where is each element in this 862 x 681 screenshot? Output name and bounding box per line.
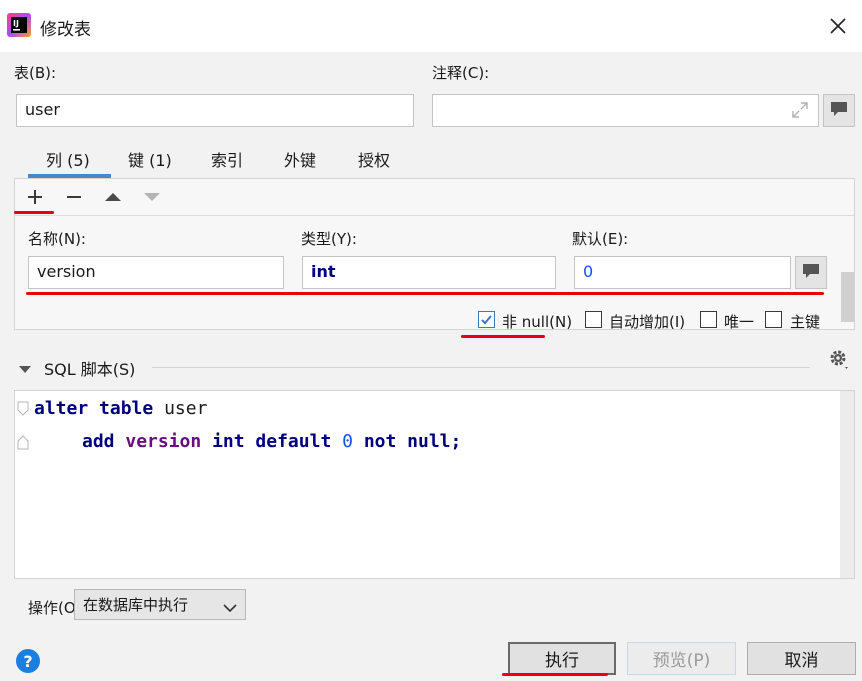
operation-select[interactable]: 在数据库中执行 [74, 589, 246, 620]
annotation-underline-execute [502, 673, 608, 676]
sql-line-1: alter table user [34, 398, 207, 419]
cancel-button[interactable]: 取消 [747, 642, 856, 675]
svg-text:IJ: IJ [13, 19, 19, 28]
annotation-underline-not-null [461, 335, 545, 338]
tab-indexes[interactable]: 索引 [211, 147, 243, 171]
sql-keyword: default [255, 431, 332, 452]
primary-key-label: 主键 [790, 313, 821, 331]
title-bar [0, 0, 862, 52]
sql-identifier: version [125, 431, 202, 452]
sql-script-label: SQL 脚本(S) [44, 360, 136, 379]
execute-button[interactable]: 执行 [508, 642, 616, 675]
comment-icon [801, 262, 821, 284]
column-comment-button[interactable] [795, 256, 827, 289]
comment-icon [829, 100, 849, 122]
unique-label: 唯一 [724, 313, 755, 331]
table-name-input[interactable]: user [16, 94, 414, 127]
comment-button[interactable] [823, 94, 855, 127]
unique-checkbox[interactable] [700, 311, 717, 328]
sql-keyword: int [212, 431, 245, 452]
sql-keyword: alter [34, 398, 89, 419]
comment-input[interactable] [432, 94, 819, 127]
expand-icon[interactable] [790, 100, 810, 120]
not-null-checkbox[interactable] [478, 311, 495, 328]
not-null-label: 非 null(N) [502, 313, 573, 331]
settings-gear-icon[interactable] [827, 347, 851, 375]
window-title: 修改表 [40, 20, 91, 40]
tab-grants[interactable]: 授权 [358, 147, 390, 171]
remove-icon[interactable] [61, 186, 87, 208]
sql-keyword: not [363, 431, 397, 452]
sql-keyword: add [82, 431, 115, 452]
toolbar-divider [15, 215, 854, 216]
column-type-input[interactable]: int [302, 256, 556, 289]
auto-increment-label: 自动增加(I) [609, 313, 686, 331]
sql-identifier: user [164, 398, 208, 419]
preview-button[interactable]: 预览(P) [627, 642, 736, 675]
table-label: 表(B): [14, 64, 57, 82]
sql-section-divider [152, 367, 810, 368]
column-type-label: 类型(Y): [301, 230, 357, 248]
sql-keyword: table [99, 398, 154, 419]
column-name-label: 名称(N): [28, 230, 86, 248]
help-icon[interactable]: ? [16, 649, 40, 673]
primary-key-checkbox[interactable] [765, 311, 782, 328]
chevron-down-icon [223, 599, 237, 617]
fold-marker-icon[interactable] [16, 434, 30, 454]
intellij-icon: IJ [7, 13, 31, 37]
auto-increment-checkbox[interactable] [585, 311, 602, 328]
column-panel-scrollbar[interactable] [841, 272, 854, 322]
move-up-icon[interactable] [100, 186, 126, 208]
close-icon[interactable] [826, 14, 850, 38]
sql-keyword: null; [407, 431, 462, 452]
sql-line-2: add version int default 0 not null; [82, 431, 461, 452]
tab-foreign-keys[interactable]: 外键 [284, 147, 316, 171]
add-icon[interactable] [22, 186, 48, 208]
column-default-input[interactable]: 0 [574, 256, 791, 289]
comment-label: 注释(C): [432, 64, 490, 82]
sql-number: 0 [342, 431, 353, 452]
sql-editor-scrollbar[interactable] [840, 391, 854, 578]
annotation-underline-add [14, 211, 54, 214]
tab-keys[interactable]: 键 (1) [128, 147, 172, 171]
move-down-icon[interactable] [139, 186, 165, 208]
column-name-input[interactable]: version [28, 256, 284, 289]
collapse-triangle-icon[interactable] [18, 361, 32, 379]
operation-selected-value: 在数据库中执行 [83, 596, 189, 614]
annotation-underline-fields [26, 292, 824, 295]
column-default-label: 默认(E): [572, 230, 629, 248]
tab-columns[interactable]: 列 (5) [46, 147, 90, 171]
fold-marker-icon[interactable] [16, 401, 30, 421]
